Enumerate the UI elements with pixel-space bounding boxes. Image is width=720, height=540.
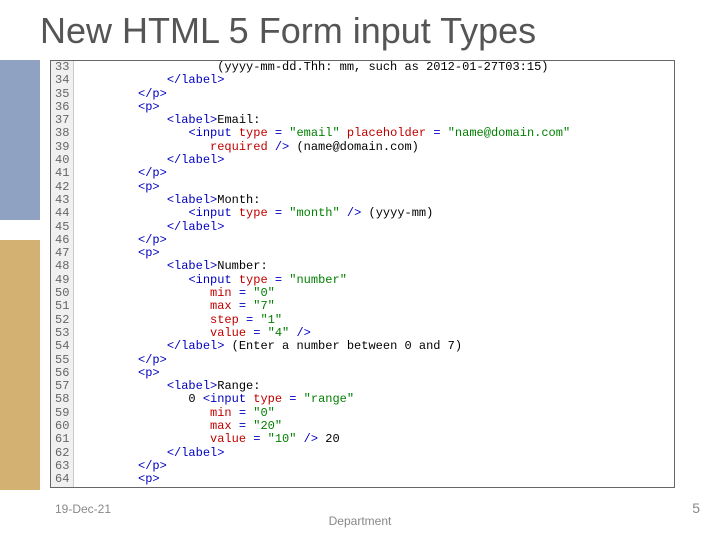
footer-department: Department [0,514,720,528]
decorative-sidebar [0,60,40,490]
code-editor-frame: 3334353637383940414243444546474849505152… [50,60,675,488]
code-content: (yyyy-mm-dd.Thh: mm, such as 2012-01-27T… [74,61,570,487]
line-number-gutter: 3334353637383940414243444546474849505152… [51,61,74,487]
slide-title: New HTML 5 Form input Types [0,0,720,60]
footer-page-number: 5 [692,500,700,516]
